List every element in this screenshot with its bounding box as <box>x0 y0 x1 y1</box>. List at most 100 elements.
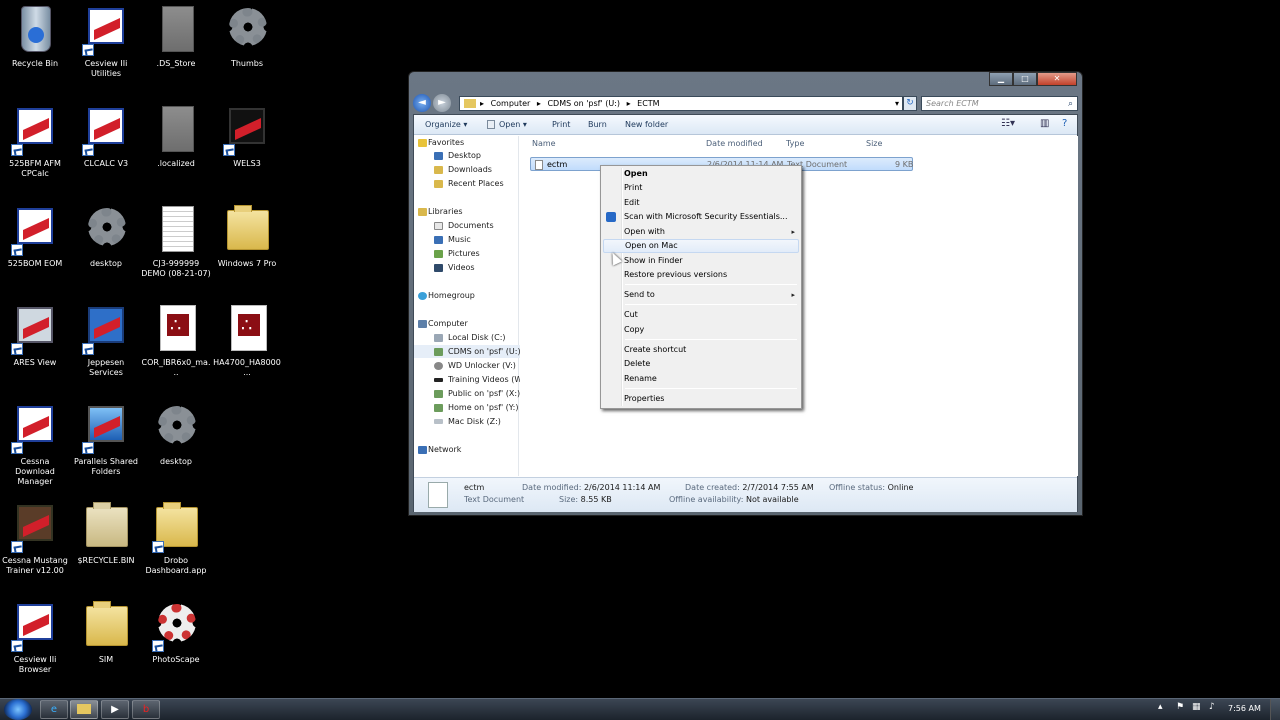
desktop-icon-drobo[interactable]: Drobo Dashboard.app <box>141 501 211 576</box>
open-button[interactable]: Open ▾ <box>487 120 527 129</box>
nav-documents[interactable]: Documents <box>414 219 494 232</box>
back-button[interactable]: ◄ <box>413 94 431 112</box>
nav-public-drive[interactable]: Public on 'psf' (X:) <box>414 387 520 400</box>
close-button[interactable]: ✕ <box>1037 72 1077 86</box>
menu-item-print[interactable]: Print <box>603 181 799 195</box>
nav-music[interactable]: Music <box>414 233 471 246</box>
nav-homegroup[interactable]: Homegroup <box>414 289 475 302</box>
help-icon[interactable]: ? <box>1062 118 1067 129</box>
menu-item-copy[interactable]: Copy <box>603 323 799 337</box>
desktop-icon-ha4700-pdf[interactable]: HA4700_HA8000... <box>212 303 282 378</box>
print-button[interactable]: Print <box>552 120 570 129</box>
breadcrumb-computer[interactable]: Computer <box>491 99 531 108</box>
menu-item-show-in-finder[interactable]: Show in Finder <box>603 254 799 268</box>
start-button[interactable] <box>4 699 32 720</box>
taskbar-internet-explorer[interactable]: e <box>40 700 68 719</box>
nav-pictures[interactable]: Pictures <box>414 247 480 260</box>
new-folder-button[interactable]: New folder <box>625 120 668 129</box>
desktop-icon-desktop-ini-2[interactable]: desktop <box>141 402 211 467</box>
forward-button[interactable]: ► <box>433 94 451 112</box>
column-header-size[interactable]: Size <box>866 139 882 148</box>
menu-item-open[interactable]: Open <box>603 167 799 181</box>
desktop-icon-sim[interactable]: SIM <box>71 600 141 665</box>
desktop-icon-jeppesen[interactable]: Jeppesen Services <box>71 303 141 378</box>
menu-item-restore[interactable]: Restore previous versions <box>603 268 799 282</box>
menu-item-rename[interactable]: Rename <box>603 372 799 386</box>
computer-icon <box>418 320 427 328</box>
tray-overflow-icon[interactable]: ▴ <box>1158 702 1163 712</box>
menu-item-edit[interactable]: Edit <box>603 196 799 210</box>
desktop-icon-thumbs[interactable]: Thumbs <box>212 4 282 69</box>
desktop-icon-mustang-trainer[interactable]: Cessna Mustang Trainer v12.00 <box>0 501 70 576</box>
desktop-icon-desktop-ini-1[interactable]: desktop <box>71 204 141 269</box>
show-desktop-button[interactable] <box>1270 699 1280 720</box>
column-header-name[interactable]: Name <box>532 139 556 148</box>
nav-videos[interactable]: Videos <box>414 261 475 274</box>
view-options-icon[interactable]: ☷▾ <box>1001 118 1015 129</box>
desktop-icon-cesview-utilities[interactable]: Cesview IIi Utilities <box>71 4 141 79</box>
nav-mac-disk[interactable]: Mac Disk (Z:) <box>414 415 501 428</box>
minimize-button[interactable]: ▁ <box>989 72 1013 86</box>
menu-item-open-with[interactable]: Open with ▸ <box>603 225 799 239</box>
desktop-icon-ds-store[interactable]: .DS_Store <box>141 4 211 69</box>
nav-libraries[interactable]: Libraries <box>414 205 463 218</box>
desktop-icon-parallels-shared[interactable]: Parallels Shared Folders <box>71 402 141 477</box>
preview-pane-icon[interactable]: ▥ <box>1040 118 1049 129</box>
nav-home-drive[interactable]: Home on 'psf' (Y:) <box>414 401 518 414</box>
desktop-icon-label: .DS_Store <box>156 59 196 68</box>
nav-recent-places[interactable]: Recent Places <box>414 177 504 190</box>
desktop-icon-windows7pro[interactable]: Windows 7 Pro <box>212 204 282 269</box>
menu-item-open-on-mac[interactable]: Open on Mac <box>603 239 799 253</box>
desktop-icon-cesview-browser[interactable]: Cesview IIi Browser <box>0 600 70 675</box>
desktop-icon-cor-pdf[interactable]: COR_IBR6x0_ma... <box>141 303 211 378</box>
taskbar-media-player[interactable]: ▶ <box>101 700 129 719</box>
menu-item-delete[interactable]: Delete <box>603 357 799 371</box>
organize-button[interactable]: Organize ▾ <box>425 120 467 129</box>
menu-item-cut[interactable]: Cut <box>603 308 799 322</box>
desktop-icon-ares-view[interactable]: ARES View <box>0 303 70 368</box>
breadcrumb-cdms[interactable]: CDMS on 'psf' (U:) <box>547 99 620 108</box>
address-dropdown-icon[interactable]: ▾ <box>895 97 899 110</box>
desktop-icon-cessna-download[interactable]: Cessna Download Manager <box>0 402 70 487</box>
desktop-icon-label: Cessna Mustang Trainer v12.00 <box>2 556 68 575</box>
desktop-icon-cj3-demo[interactable]: CJ3-999999 DEMO (08-21-07) <box>141 204 211 279</box>
breadcrumb-ectm[interactable]: ECTM <box>637 99 659 108</box>
refresh-button[interactable]: ↻ <box>903 96 917 111</box>
desktop-icon-localized[interactable]: .localized <box>141 104 211 169</box>
nav-local-disk[interactable]: Local Disk (C:) <box>414 331 506 344</box>
nav-desktop[interactable]: Desktop <box>414 149 481 162</box>
desktop-icon-photoscape[interactable]: PhotoScape <box>141 600 211 665</box>
nav-cdms-drive[interactable]: CDMS on 'psf' (U:) <box>414 345 521 358</box>
desktop-icon-525bfm[interactable]: 525BFM AFM CPCalc <box>0 104 70 179</box>
menu-item-properties[interactable]: Properties <box>603 392 799 406</box>
maximize-button[interactable]: □ <box>1013 72 1037 86</box>
nav-training-videos[interactable]: Training Videos (W:) <box>414 373 528 386</box>
details-name: ectm <box>464 483 485 492</box>
desktop-icon-clcalc[interactable]: CLCALC V3 <box>71 104 141 169</box>
nav-network[interactable]: Network <box>414 443 461 456</box>
menu-item-send-to[interactable]: Send to ▸ <box>603 288 799 302</box>
network-icon[interactable]: ▦ <box>1192 702 1201 712</box>
menu-item-scan[interactable]: Scan with Microsoft Security Essentials.… <box>603 210 799 224</box>
taskbar-app-b[interactable]: b <box>132 700 160 719</box>
volume-icon[interactable]: ♪ <box>1209 702 1215 712</box>
desktop-icon-recycle-bin-folder[interactable]: $RECYCLE.BIN <box>71 501 141 566</box>
nav-wd-unlocker[interactable]: WD Unlocker (V:) <box>414 359 516 372</box>
search-icon[interactable]: ⌕ <box>1068 98 1073 111</box>
burn-button[interactable]: Burn <box>588 120 607 129</box>
desktop-icon-recycle-bin[interactable]: Recycle Bin <box>0 4 70 69</box>
address-bar[interactable]: ▸ Computer ▸ CDMS on 'psf' (U:) ▸ ECTM ▾ <box>459 96 903 111</box>
homegroup-icon <box>418 292 427 300</box>
column-header-date[interactable]: Date modified <box>706 139 763 148</box>
desktop-icon-wels3[interactable]: WELS3 <box>212 104 282 169</box>
clock[interactable]: 7:56 AM <box>1228 704 1261 713</box>
search-input[interactable]: Search ECTM ⌕ <box>921 96 1078 111</box>
action-center-flag-icon[interactable]: ⚑ <box>1176 702 1184 712</box>
menu-item-create-shortcut[interactable]: Create shortcut <box>603 343 799 357</box>
nav-computer[interactable]: Computer <box>414 317 468 330</box>
taskbar-explorer[interactable] <box>70 700 98 719</box>
nav-favorites[interactable]: Favorites <box>414 136 464 149</box>
desktop-icon-525bom[interactable]: 525BOM EOM <box>0 204 70 269</box>
column-header-type[interactable]: Type <box>786 139 804 148</box>
nav-downloads[interactable]: Downloads <box>414 163 492 176</box>
